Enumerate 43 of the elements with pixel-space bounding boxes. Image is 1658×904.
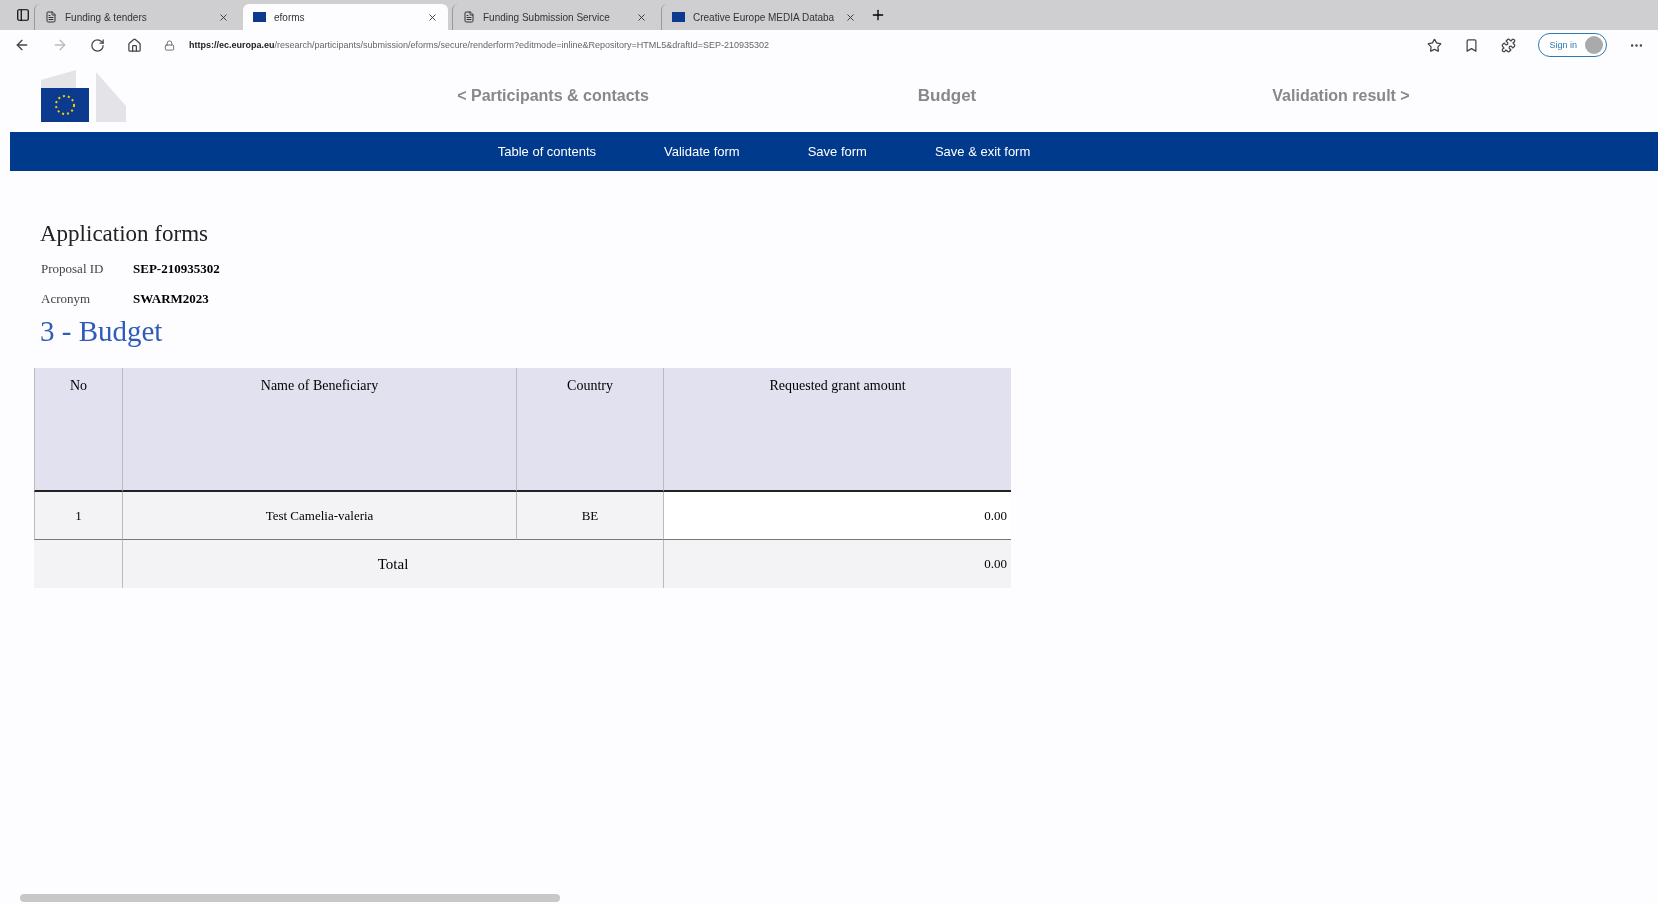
meta-label: Acronym: [41, 291, 92, 307]
column-header: Requested grant amount: [663, 368, 1011, 492]
table-cell: 1: [34, 492, 122, 540]
back-icon[interactable]: [14, 37, 30, 53]
avatar-icon: [1585, 36, 1603, 54]
page-title: Application forms: [40, 221, 209, 247]
meta-value: SEP-210935302: [133, 261, 221, 277]
home-icon[interactable]: [127, 37, 142, 53]
close-icon[interactable]: [845, 11, 856, 23]
extensions-icon[interactable]: [1501, 37, 1517, 53]
reload-icon[interactable]: [90, 37, 105, 53]
page-icon: [463, 11, 475, 23]
column-header: No: [34, 368, 122, 492]
scrollbar[interactable]: [20, 894, 560, 902]
column-header: Country: [516, 368, 663, 492]
address-field[interactable]: https://ec.europa.eu/research/participants/submission/eforms/secure/renderform?editmode=inline&Repository=HTML5&draftId=SEP-210935302: [164, 33, 1406, 57]
total-label: Total: [122, 540, 663, 588]
toolbar-button[interactable]: Save & exit form: [928, 143, 1037, 160]
favorites-icon[interactable]: [1464, 37, 1480, 53]
favorite-icon[interactable]: [1427, 37, 1443, 53]
meta-label: Proposal ID: [41, 261, 105, 277]
toolbar-button[interactable]: Table of contents: [491, 143, 602, 160]
sidebar-icon[interactable]: [16, 8, 30, 22]
total-amount: 0.00: [663, 540, 1011, 588]
sign-in-button[interactable]: Sign in: [1538, 33, 1607, 57]
previous-link[interactable]: < Participants & contacts: [356, 87, 750, 105]
toolbar-button[interactable]: Validate form: [658, 143, 746, 160]
table-cell: Test Camelia-valeria: [122, 492, 516, 540]
new-tab-icon[interactable]: [870, 7, 886, 23]
column-header: Name of Beneficiary: [122, 368, 516, 492]
close-icon[interactable]: [218, 11, 229, 23]
section-title: 3 - Budget: [40, 315, 164, 348]
current-step: Budget: [750, 86, 1144, 106]
browser-tab[interactable]: eforms: [243, 4, 448, 30]
table-cell: BE: [516, 492, 663, 540]
flag-icon: [253, 12, 266, 22]
toolbar-button[interactable]: Save form: [801, 143, 873, 160]
meta-value: SWARM2023: [133, 291, 210, 307]
page-icon: [45, 11, 57, 23]
lock-icon: [164, 39, 175, 51]
close-icon[interactable]: [427, 11, 438, 23]
flag-icon: [672, 12, 685, 22]
close-icon[interactable]: [636, 11, 647, 23]
